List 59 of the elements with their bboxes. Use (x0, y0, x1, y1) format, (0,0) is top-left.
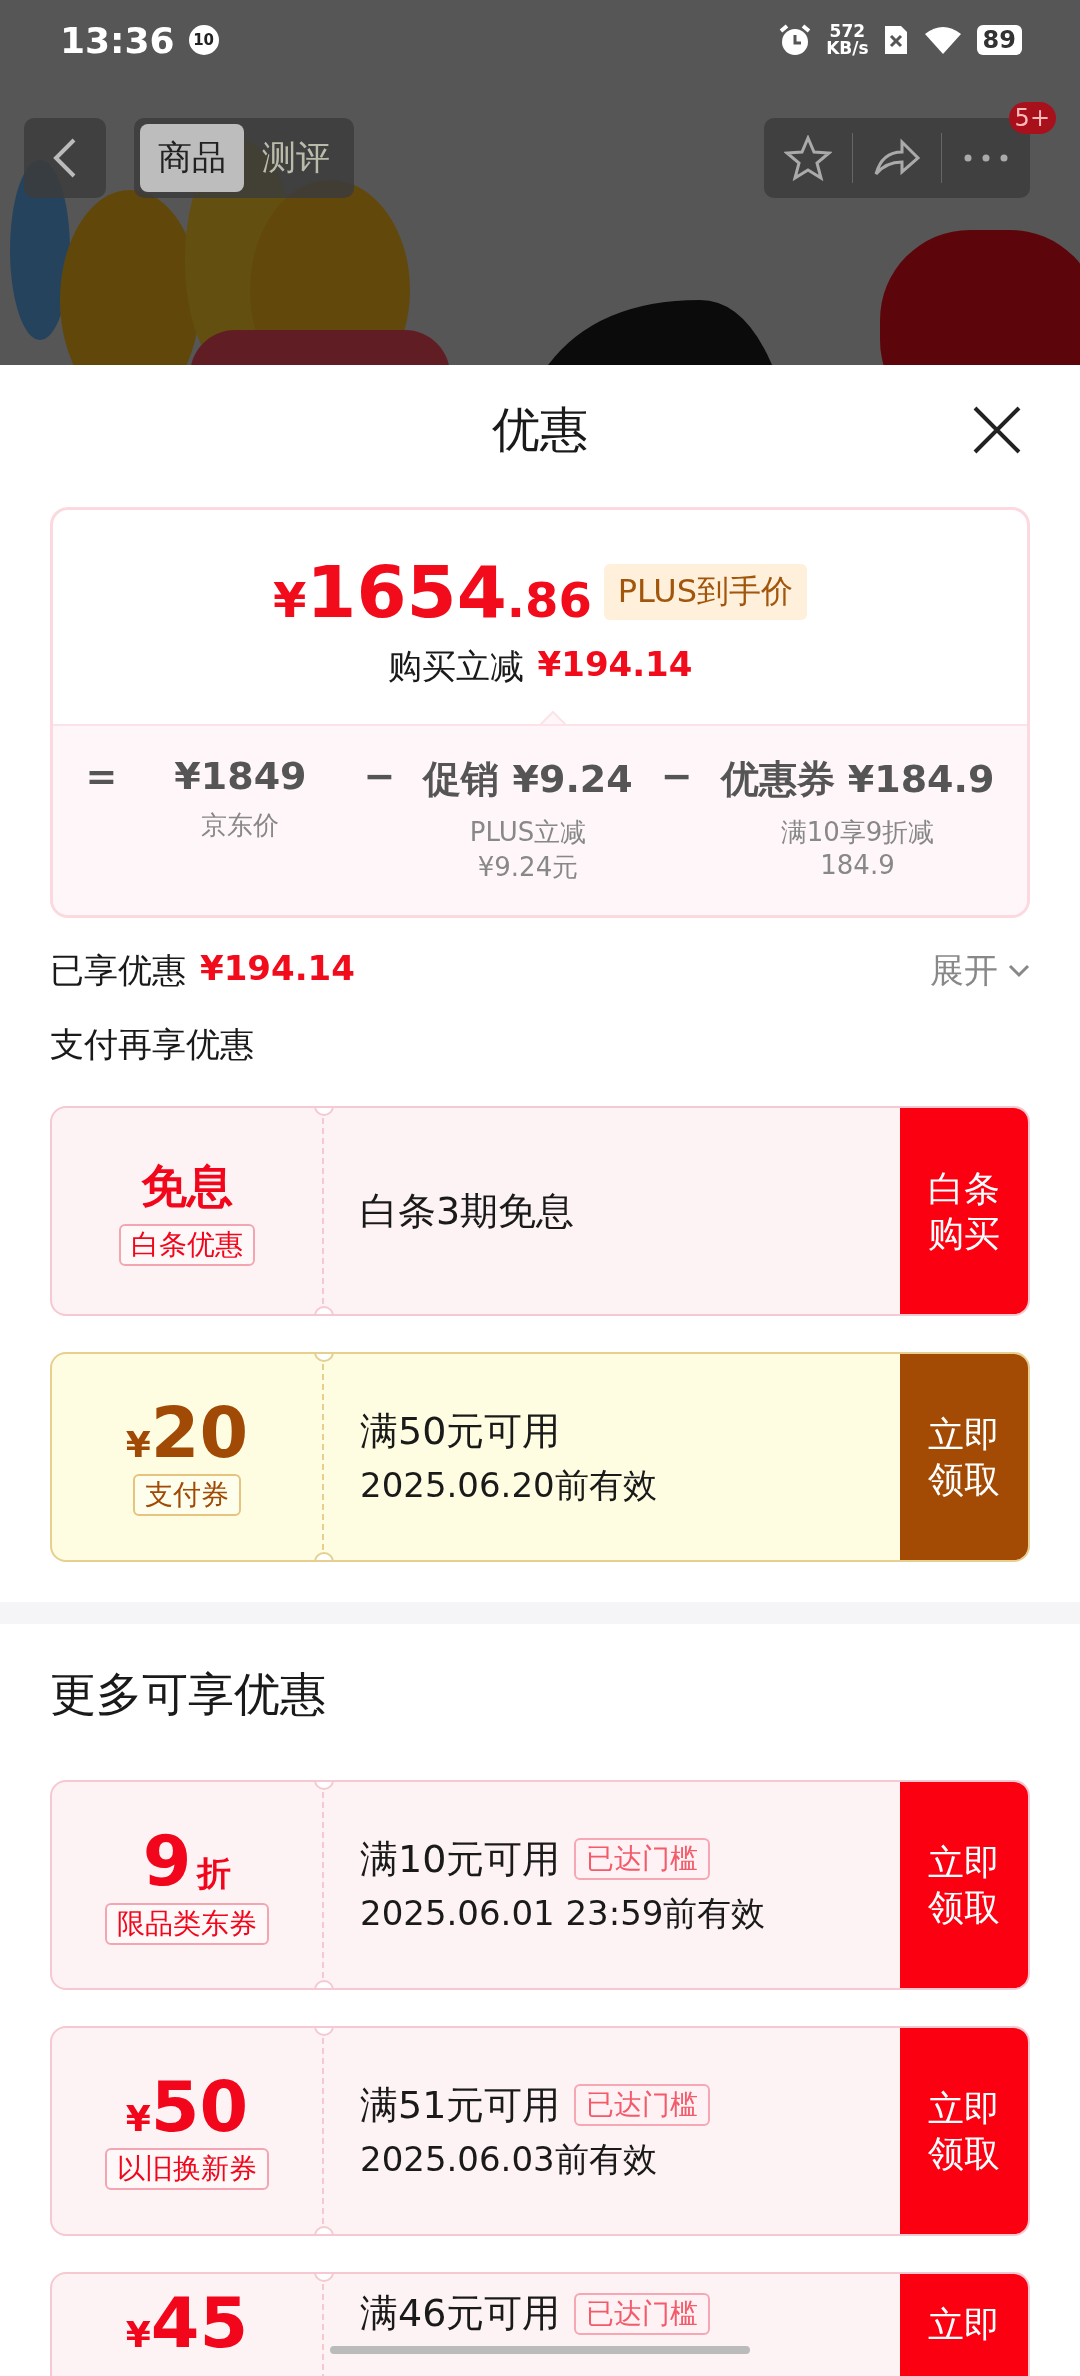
threshold-badge: 已达门槛 (574, 2084, 711, 2126)
component-note: 京东价 (200, 809, 281, 842)
section-title: 更多可享优惠 (50, 1666, 327, 1723)
coupon-condition: 白条3期免息 (360, 1187, 575, 1235)
enjoyed-label: 已享优惠 (50, 949, 186, 992)
claim-button[interactable]: 立即 (900, 2274, 1028, 2376)
coupon-condition: 满10元可用 (360, 1835, 561, 1883)
coupon-condition: 满51元可用 (360, 2081, 561, 2129)
sheet-title: 优惠 (492, 400, 588, 459)
coupon-validity: 2025.06.20前有效 (360, 1463, 658, 1507)
saving-amount: ¥194.14 (537, 644, 693, 686)
claim-button[interactable]: 立即领取 (900, 2028, 1028, 2234)
alarm-icon (778, 23, 813, 57)
claim-button[interactable]: 立即领取 (900, 1782, 1028, 1988)
price-component: 优惠券 ¥184.9 (720, 756, 995, 803)
price-component: 促销 ¥9.24 (423, 756, 633, 803)
coupon-condition: 满46元可用 (360, 2290, 561, 2337)
coupon-tag: 白条优惠 (119, 1224, 255, 1266)
threshold-badge: 已达门槛 (574, 2292, 711, 2335)
operator-sign: = (85, 754, 118, 800)
nav-tab[interactable]: 测评 (244, 124, 348, 192)
component-note: 满10享9折减184.9 (779, 816, 936, 880)
coupon-condition: 满50元可用 (360, 1407, 561, 1455)
price-tag: PLUS到手价 (603, 564, 808, 620)
coupon-tag: 支付券 (133, 1474, 241, 1516)
component-note: PLUS立减¥9.24元 (468, 816, 588, 884)
nav-tab[interactable]: 商品 (140, 124, 244, 192)
final-price: ¥1654.86 (272, 550, 592, 634)
saving-label: 购买立减 (387, 645, 524, 688)
price-component: ¥1849 (174, 754, 307, 798)
currency-symbol: ¥ (125, 2314, 151, 2355)
threshold-badge: 已达门槛 (574, 1838, 711, 1880)
coupon-tag: 以旧换新券 (105, 2148, 269, 2190)
coupon-value: 9 (142, 1825, 192, 1896)
chevron-down-icon (1008, 964, 1030, 978)
claim-button[interactable]: 立即领取 (900, 1354, 1028, 1560)
message-badge: 5+ (1008, 102, 1056, 134)
coupon-value: 45 (150, 2288, 249, 2358)
clock-time: 13:36 (60, 19, 175, 61)
battery-indicator: 89 (976, 25, 1022, 55)
coupon-unit: 折 (197, 1851, 232, 1895)
network-speed: 572 KB/s (826, 23, 869, 57)
expand-button[interactable]: 展开 (930, 948, 1030, 994)
back-icon[interactable] (52, 136, 78, 180)
back-button[interactable] (24, 118, 106, 198)
coupon-tag: 限品类东券 (105, 1902, 269, 1945)
coupon-validity: 2025.06.03前有效 (360, 2137, 658, 2181)
currency-symbol: ¥ (125, 2098, 151, 2139)
coupon-value: 免息 (141, 1158, 233, 1215)
operator-sign: − (363, 754, 396, 800)
currency-symbol: ¥ (125, 1424, 151, 1465)
enjoyed-amount: ¥194.14 (200, 948, 355, 990)
coupon-validity: 2025.06.01 23:59前有效 (360, 1891, 767, 1935)
coupon-value: 50 (150, 2072, 249, 2142)
section-title: 支付再享优惠 (50, 1023, 255, 1066)
coupon-value: 20 (150, 1398, 249, 1468)
wifi-icon (922, 24, 963, 56)
operator-sign: − (660, 754, 693, 800)
claim-button[interactable]: 白条购买 (900, 1108, 1028, 1314)
